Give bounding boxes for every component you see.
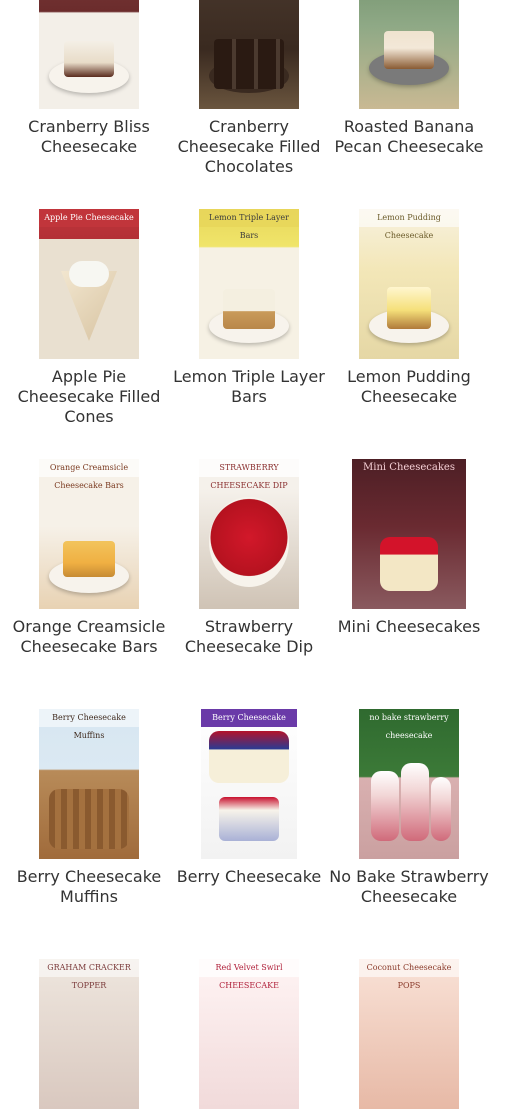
recipe-thumbnail[interactable]: Orange Creamsicle Cheesecake Bars [39,459,139,609]
recipe-image-overlay: Apple Pie Cheesecake [39,209,139,227]
cake-shape [64,41,114,77]
recipe-image-overlay: Red Velvet Swirl CHEESECAKE [199,959,299,990]
recipe-image-overlay: Lemon Pudding Cheesecake [359,209,459,240]
slice-shape [219,797,279,841]
recipe-title[interactable]: No Bake Strawberry Cheesecake [329,867,489,907]
recipe-title[interactable]: Berry Cheesecake [169,867,329,887]
recipe-card-cranberry-cheesecake-filled-chocolates[interactable]: Cranberry Cheesecake Filled Chocolates [169,0,329,177]
recipe-thumbnail[interactable]: STRAWBERRY CHEESECAKE DIP [199,459,299,609]
recipe-title[interactable]: Cranberry Cheesecake Filled Chocolates [169,117,329,177]
recipe-card-apple-pie-cheesecake-filled-cones[interactable]: Apple Pie Cheesecake Apple Pie Cheesecak… [9,209,169,427]
bar-shape [223,289,275,329]
recipe-title[interactable]: Cranberry Bliss Cheesecake [9,117,169,157]
recipe-image-overlay: GRAHAM CRACKER TOPPER [39,959,139,990]
recipe-thumbnail[interactable]: Lemon Pudding Cheesecake [359,209,459,359]
recipe-title[interactable]: Lemon Triple Layer Bars [169,367,329,407]
recipe-image-overlay: Lemon Triple Layer Bars [199,209,299,240]
recipe-card-berry-cheesecake[interactable]: Berry Cheesecake Berry Cheesecake [169,709,329,887]
recipe-card-cranberry-bliss-cheesecake[interactable]: Cranberry Bliss Cheesecake [9,0,169,157]
recipe-card-partial[interactable]: GRAHAM CRACKER TOPPER [9,959,169,1109]
recipe-image-overlay: STRAWBERRY CHEESECAKE DIP [199,459,299,490]
dip-bowl-shape [209,497,289,587]
recipe-image-overlay: Coconut Cheesecake POPS [359,959,459,990]
recipe-title[interactable]: Roasted Banana Pecan Cheesecake [329,117,489,157]
cream-shape [69,261,109,287]
recipe-thumbnail[interactable]: Lemon Triple Layer Bars [199,209,299,359]
recipe-thumbnail[interactable]: Apple Pie Cheesecake [39,209,139,359]
recipe-thumbnail[interactable]: no bake strawberry cheesecake [359,709,459,859]
jar-shape [401,763,429,841]
recipe-thumbnail[interactable]: GRAHAM CRACKER TOPPER [39,959,139,1109]
recipe-thumbnail[interactable]: Berry Cheesecake [201,709,297,859]
recipe-image-overlay: Berry Cheesecake Muffins [39,709,139,740]
recipe-card-orange-creamsicle-cheesecake-bars[interactable]: Orange Creamsicle Cheesecake Bars Orange… [9,459,169,657]
recipe-thumbnail[interactable]: Coconut Cheesecake POPS [359,959,459,1109]
cake-shape [384,31,434,69]
recipe-card-berry-cheesecake-muffins[interactable]: Berry Cheesecake Muffins Berry Cheesecak… [9,709,169,907]
bar-shape [63,541,115,577]
recipe-thumbnail[interactable] [39,0,139,109]
recipe-image-overlay: Orange Creamsicle Cheesecake Bars [39,459,139,490]
recipe-title[interactable]: Mini Cheesecakes [329,617,489,637]
jar-shape [371,771,399,841]
recipe-card-partial[interactable]: Red Velvet Swirl CHEESECAKE [169,959,329,1109]
recipe-title[interactable]: Lemon Pudding Cheesecake [329,367,489,407]
recipe-thumbnail[interactable]: Berry Cheesecake Muffins [39,709,139,859]
recipe-thumbnail[interactable]: Red Velvet Swirl CHEESECAKE [199,959,299,1109]
recipe-card-lemon-pudding-cheesecake[interactable]: Lemon Pudding Cheesecake Lemon Pudding C… [329,209,489,407]
recipe-thumbnail[interactable] [359,0,459,109]
cake-shape [209,731,289,783]
recipe-title[interactable]: Orange Creamsicle Cheesecake Bars [9,617,169,657]
recipe-card-strawberry-cheesecake-dip[interactable]: STRAWBERRY CHEESECAKE DIP Strawberry Che… [169,459,329,657]
recipe-title[interactable]: Strawberry Cheesecake Dip [169,617,329,657]
recipe-card-mini-cheesecakes[interactable]: Mini Cheesecakes Mini Cheesecakes [329,459,489,637]
chocolate-shape [214,39,284,89]
recipe-card-no-bake-strawberry-cheesecake[interactable]: no bake strawberry cheesecake No Bake St… [329,709,489,907]
recipe-title[interactable]: Berry Cheesecake Muffins [9,867,169,907]
recipe-thumbnail[interactable]: Mini Cheesecakes [352,459,466,609]
recipe-title[interactable]: Apple Pie Cheesecake Filled Cones [9,367,169,427]
recipe-grid: Cranberry Bliss Cheesecake Cranberry Che… [0,0,511,1109]
cake-slice-shape [387,287,431,329]
recipe-card-lemon-triple-layer-bars[interactable]: Lemon Triple Layer Bars Lemon Triple Lay… [169,209,329,407]
recipe-card-roasted-banana-pecan-cheesecake[interactable]: Roasted Banana Pecan Cheesecake [329,0,489,157]
mini-cheesecake-shape [380,537,438,591]
muffin-basket-shape [49,789,129,849]
recipe-image-overlay: Mini Cheesecakes [363,462,455,473]
jar-shape [431,777,451,841]
recipe-card-partial[interactable]: Coconut Cheesecake POPS [329,959,489,1109]
recipe-thumbnail[interactable] [199,0,299,109]
recipe-image-overlay: no bake strawberry cheesecake [369,713,449,740]
recipe-image-overlay: Berry Cheesecake [201,709,297,727]
